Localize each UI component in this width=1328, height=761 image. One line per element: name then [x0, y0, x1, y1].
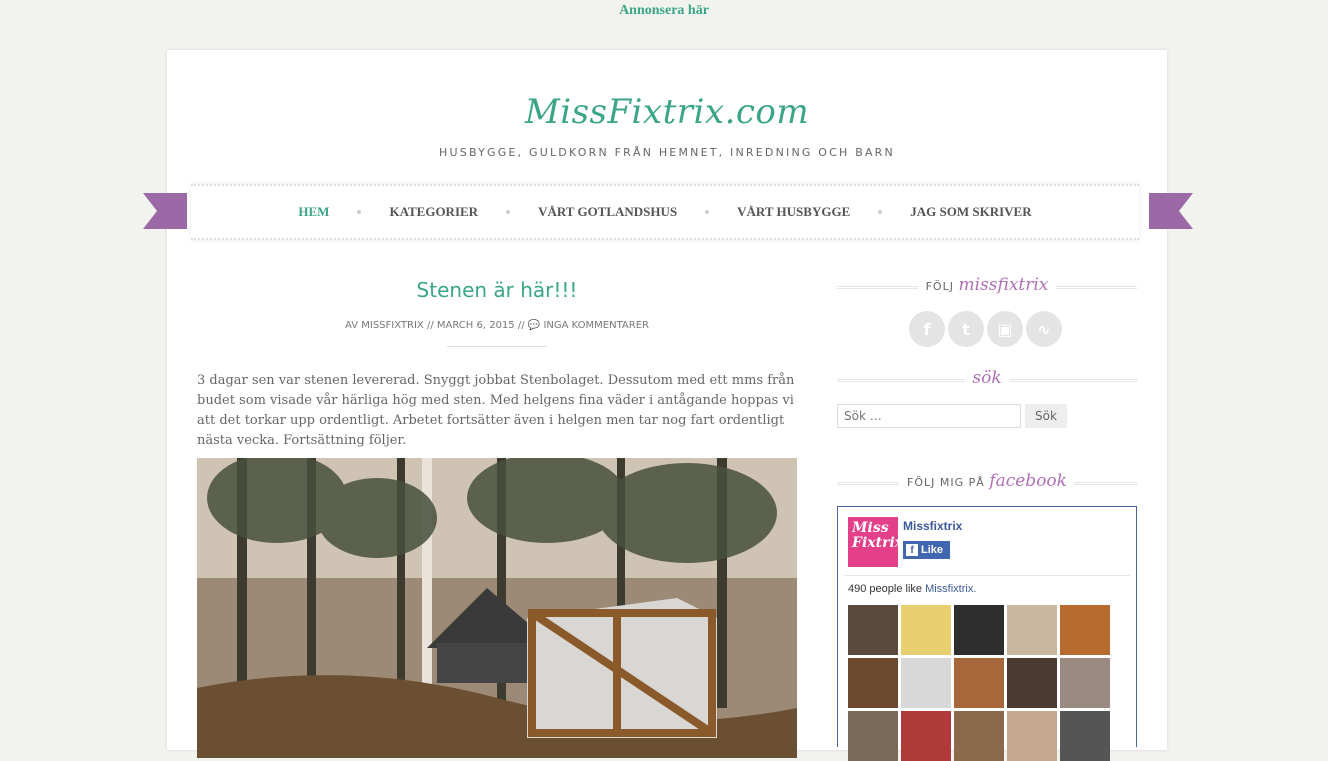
fb-follow-script: facebook	[989, 471, 1067, 491]
fb-page-avatar[interactable]: Miss Fixtrix	[848, 517, 903, 567]
fb-face-avatar[interactable]	[901, 658, 951, 708]
instagram-icon[interactable]: ▣	[987, 311, 1023, 347]
meta-prefix: AV	[345, 320, 359, 331]
search-title: sök	[972, 368, 1002, 388]
fb-face-avatar[interactable]	[1007, 711, 1057, 761]
fb-face-avatar[interactable]	[1060, 658, 1110, 708]
main-card: MissFixtrix.com HUSBYGGE, GULDKORN FRÅN …	[143, 50, 1167, 761]
search-widget-title: sök	[837, 368, 1137, 392]
post-meta: AV MISSFIXTRIX // MARCH 6, 2015 // 💬 ING…	[197, 320, 797, 331]
facebook-f-icon: f	[906, 544, 918, 556]
fb-face-avatar[interactable]	[954, 605, 1004, 655]
post-body: 3 dagar sen var stenen levererad. Snyggt…	[197, 373, 795, 448]
fb-faces-grid	[848, 605, 1110, 761]
rss-icon[interactable]: ∿	[1026, 311, 1062, 347]
search-input[interactable]	[837, 404, 1021, 428]
meta-separator: //	[517, 320, 525, 331]
meta-author[interactable]: MISSFIXTRIX	[361, 320, 424, 331]
fb-face-avatar[interactable]	[954, 658, 1004, 708]
meta-divider	[447, 346, 547, 347]
facebook-icon[interactable]: f	[909, 311, 945, 347]
fb-face-avatar[interactable]	[1007, 658, 1057, 708]
meta-separator: //	[426, 320, 434, 331]
post-image-graphic	[197, 458, 797, 758]
nav-ribbon-right	[1149, 193, 1193, 229]
nav-item-hem[interactable]: HEM	[270, 204, 357, 220]
nav-item-gotlandshus[interactable]: VÅRT GOTLANDSHUS	[510, 204, 705, 220]
site-logo[interactable]: MissFixtrix.com	[167, 92, 1167, 132]
follow-label: FÖLJ	[925, 280, 954, 293]
fb-face-avatar[interactable]	[954, 711, 1004, 761]
fb-like-button[interactable]: f Like	[903, 541, 950, 559]
fb-count-link[interactable]: Missfixtrix.	[925, 583, 976, 595]
social-icons: f t ▣ ∿	[909, 311, 1062, 347]
nav-item-jag-som-skriver[interactable]: JAG SOM SKRIVER	[882, 204, 1059, 220]
fb-face-avatar[interactable]	[1060, 605, 1110, 655]
advertise-link[interactable]: Annonsera här	[619, 3, 709, 18]
fb-face-avatar[interactable]	[901, 711, 951, 761]
fb-like-label: Like	[921, 544, 944, 556]
site-tagline: HUSBYGGE, GULDKORN FRÅN HEMNET, INREDNIN…	[439, 146, 895, 159]
fb-face-avatar[interactable]	[848, 605, 898, 655]
search-button[interactable]: Sök	[1025, 404, 1067, 428]
post-image[interactable]	[197, 458, 797, 758]
fb-face-avatar[interactable]	[848, 658, 898, 708]
meta-date[interactable]: MARCH 6, 2015	[437, 320, 515, 331]
fb-like-count: 490 people like Missfixtrix.	[848, 583, 976, 595]
fb-page-name[interactable]: Missfixtrix	[903, 519, 962, 533]
fb-face-avatar[interactable]	[848, 711, 898, 761]
post-title[interactable]: Stenen är här!!!	[197, 278, 797, 302]
meta-comments[interactable]: INGA KOMMENTARER	[543, 320, 649, 331]
follow-script: missfixtrix	[958, 275, 1049, 295]
nav-item-husbygge[interactable]: VÅRT HUSBYGGE	[709, 204, 878, 220]
follow-widget-title: FÖLJ missfixtrix	[837, 275, 1137, 299]
main-nav: HEM KATEGORIER VÅRT GOTLANDSHUS VÅRT HUS…	[191, 184, 1139, 240]
top-ad-bar: Annonsera här	[0, 0, 1328, 18]
sidebar: FÖLJ missfixtrix f t ▣ ∿ sök Sök FÖLJ MI…	[837, 275, 1137, 761]
fb-face-avatar[interactable]	[1060, 711, 1110, 761]
nav-ribbon-left	[143, 193, 187, 229]
fb-follow-label: FÖLJ MIG PÅ	[907, 476, 985, 489]
facebook-like-box: Miss Fixtrix Missfixtrix f Like 490 peopl…	[837, 506, 1137, 761]
search-form: Sök	[837, 404, 1067, 428]
twitter-icon[interactable]: t	[948, 311, 984, 347]
comment-icon: 💬	[527, 320, 541, 331]
fb-face-avatar[interactable]	[1007, 605, 1057, 655]
fb-divider	[844, 575, 1130, 576]
fb-count-text: 490 people like	[848, 583, 923, 595]
nav-item-kategorier[interactable]: KATEGORIER	[361, 204, 506, 220]
fb-face-avatar[interactable]	[901, 605, 951, 655]
facebook-widget-title: FÖLJ MIG PÅ facebook	[837, 471, 1137, 495]
